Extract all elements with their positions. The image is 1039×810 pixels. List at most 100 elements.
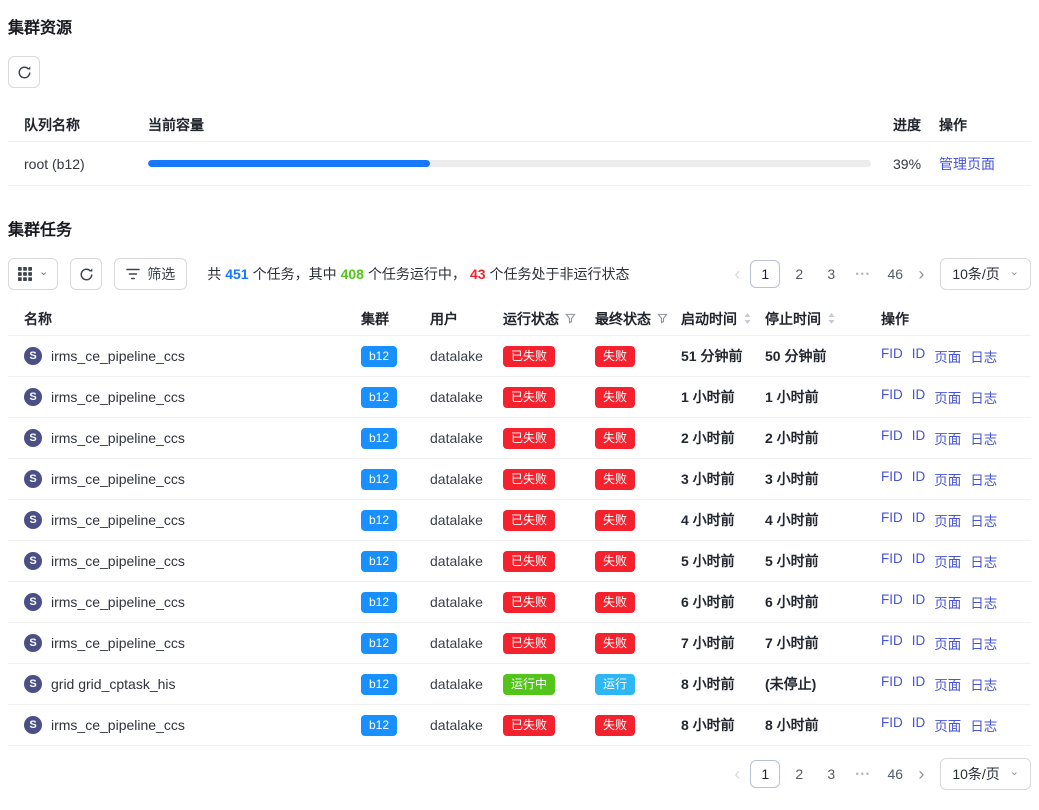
sort-icon[interactable]: [743, 312, 752, 325]
summary-text: 个任务处于非运行状态: [490, 266, 630, 282]
page-button-46[interactable]: 46: [882, 260, 908, 288]
id-link[interactable]: ID: [912, 633, 926, 653]
cluster-tasks-section: 集群任务 ⌄: [8, 216, 1031, 790]
log-link[interactable]: 日志: [970, 715, 997, 735]
avatar: S: [24, 716, 42, 734]
page-button-2[interactable]: 2: [786, 760, 812, 788]
page-size-select[interactable]: 10条/页 ⌄: [940, 758, 1031, 790]
id-link[interactable]: ID: [912, 387, 926, 407]
log-link[interactable]: 日志: [970, 510, 997, 530]
resources-table-header: 队列名称 当前容量 进度 操作: [8, 108, 1031, 142]
log-link[interactable]: 日志: [970, 633, 997, 653]
run-status-badge: 已失败: [503, 469, 555, 490]
task-name: irms_ce_pipeline_ccs: [51, 553, 185, 569]
cluster-badge: b12: [361, 551, 397, 572]
prev-page-button[interactable]: ‹: [730, 260, 744, 288]
summary-text: 个任务运行中，: [368, 266, 466, 282]
col-progress: 进度: [871, 115, 931, 135]
id-link[interactable]: ID: [912, 346, 926, 366]
log-link[interactable]: 日志: [970, 428, 997, 448]
page-button-46[interactable]: 46: [882, 760, 908, 788]
fid-link[interactable]: FID: [881, 592, 903, 612]
page-button-1[interactable]: 1: [750, 260, 780, 288]
page-link[interactable]: 页面: [934, 469, 961, 489]
summary-text: 个任务，其中: [253, 266, 337, 282]
final-status-badge: 失败: [595, 551, 635, 572]
final-status-badge: 失败: [595, 387, 635, 408]
user-name: datalake: [422, 553, 495, 569]
log-link[interactable]: 日志: [970, 346, 997, 366]
page-link[interactable]: 页面: [934, 510, 961, 530]
log-link[interactable]: 日志: [970, 592, 997, 612]
page-size-select[interactable]: 10条/页 ⌄: [940, 258, 1031, 290]
page-buttons: 123•••46: [750, 260, 908, 288]
stop-time: 1 小时前: [757, 387, 873, 407]
next-page-button[interactable]: ›: [914, 260, 928, 288]
page-link[interactable]: 页面: [934, 387, 961, 407]
run-status-badge: 已失败: [503, 715, 555, 736]
id-link[interactable]: ID: [912, 715, 926, 735]
fid-link[interactable]: FID: [881, 715, 903, 735]
page-button-2[interactable]: 2: [786, 260, 812, 288]
table-row: S irms_ce_pipeline_ccs b12 datalake 已失败 …: [8, 582, 1031, 623]
stop-time: 6 小时前: [757, 592, 873, 612]
page-link[interactable]: 页面: [934, 551, 961, 571]
resource-row: root (b12) 39% 管理页面: [8, 142, 1031, 186]
id-link[interactable]: ID: [912, 551, 926, 571]
col-current-capacity: 当前容量: [148, 115, 871, 135]
manage-page-link[interactable]: 管理页面: [939, 156, 995, 172]
page-button-3[interactable]: 3: [818, 760, 844, 788]
id-link[interactable]: ID: [912, 592, 926, 612]
run-status-badge: 已失败: [503, 551, 555, 572]
prev-page-button[interactable]: ‹: [730, 760, 744, 788]
filter-icon[interactable]: [657, 313, 668, 324]
page-button-3[interactable]: 3: [818, 260, 844, 288]
fid-link[interactable]: FID: [881, 633, 903, 653]
resources-table: 队列名称 当前容量 进度 操作 root (b12) 39% 管理页面: [8, 108, 1031, 186]
id-link[interactable]: ID: [912, 510, 926, 530]
page-link[interactable]: 页面: [934, 674, 961, 694]
column-settings-button[interactable]: ⌄: [8, 258, 58, 290]
fid-link[interactable]: FID: [881, 674, 903, 694]
log-link[interactable]: 日志: [970, 674, 997, 694]
page-link[interactable]: 页面: [934, 715, 961, 735]
log-link[interactable]: 日志: [970, 387, 997, 407]
cluster-badge: b12: [361, 510, 397, 531]
run-status-badge: 已失败: [503, 387, 555, 408]
page-button-1[interactable]: 1: [750, 760, 780, 788]
id-link[interactable]: ID: [912, 428, 926, 448]
tasks-toolbar: ⌄ 筛选: [8, 258, 1031, 290]
filter-icon[interactable]: [565, 313, 576, 324]
log-link[interactable]: 日志: [970, 469, 997, 489]
next-page-button[interactable]: ›: [914, 760, 928, 788]
filter-button[interactable]: 筛选: [114, 258, 187, 290]
sort-icon[interactable]: [827, 312, 836, 325]
page-link[interactable]: 页面: [934, 428, 961, 448]
fid-link[interactable]: FID: [881, 428, 903, 448]
user-name: datalake: [422, 717, 495, 733]
id-link[interactable]: ID: [912, 674, 926, 694]
fid-link[interactable]: FID: [881, 469, 903, 489]
cluster-badge: b12: [361, 715, 397, 736]
fid-link[interactable]: FID: [881, 346, 903, 366]
resources-refresh-button[interactable]: [8, 56, 40, 88]
pagination: ‹ 123•••46 › 10条/页 ⌄: [730, 758, 1031, 790]
stop-time: 50 分钟前: [757, 346, 873, 366]
pagination-ellipsis[interactable]: •••: [850, 260, 876, 288]
fid-link[interactable]: FID: [881, 510, 903, 530]
tasks-refresh-button[interactable]: [70, 258, 102, 290]
page: 集群资源 队列名称 当前容量 进度 操作 root (b12): [0, 0, 1039, 810]
cluster-badge: b12: [361, 387, 397, 408]
fid-link[interactable]: FID: [881, 387, 903, 407]
final-status-badge: 失败: [595, 428, 635, 449]
page-link[interactable]: 页面: [934, 633, 961, 653]
start-time: 6 小时前: [673, 592, 757, 612]
log-link[interactable]: 日志: [970, 551, 997, 571]
page-link[interactable]: 页面: [934, 346, 961, 366]
fid-link[interactable]: FID: [881, 551, 903, 571]
id-link[interactable]: ID: [912, 469, 926, 489]
bottom-pagination-slot: ‹ 123•••46 › 10条/页 ⌄: [730, 758, 1031, 790]
run-status-badge: 已失败: [503, 592, 555, 613]
pagination-ellipsis[interactable]: •••: [850, 760, 876, 788]
page-link[interactable]: 页面: [934, 592, 961, 612]
